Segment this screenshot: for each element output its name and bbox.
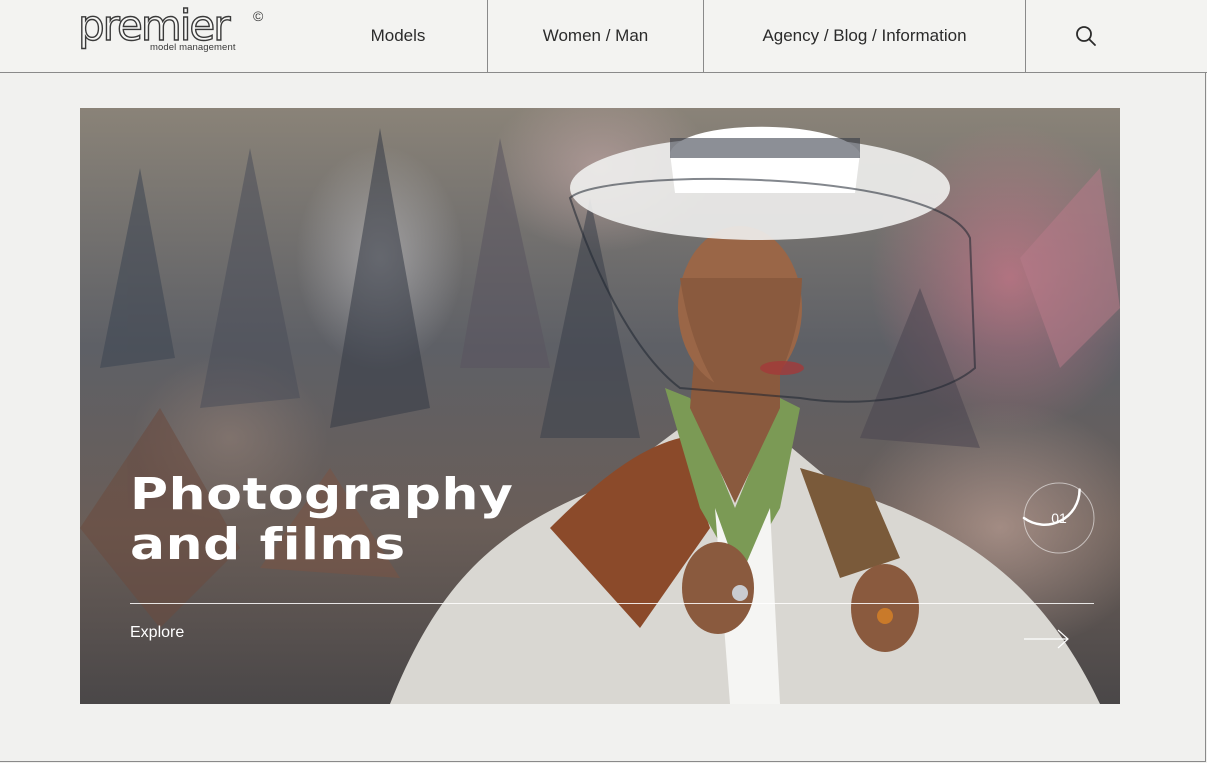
hero-title: Photography and films (130, 470, 513, 570)
slide-counter[interactable]: 01 (1022, 481, 1096, 555)
slide-number: 01 (1051, 510, 1067, 526)
nav-models[interactable]: Models (308, 0, 488, 72)
next-slide-button[interactable] (1022, 628, 1072, 655)
arrow-right-icon (1024, 629, 1069, 649)
site-header: premier © model management Models Women … (0, 0, 1207, 73)
search-button[interactable] (1026, 0, 1146, 72)
hero-title-line2: and films (130, 519, 406, 570)
nav-women-man[interactable]: Women / Man (488, 0, 703, 72)
logo-tagline: model management (150, 42, 236, 53)
hero-divider (130, 603, 1094, 604)
copyright-mark: © (253, 8, 264, 24)
search-icon (1076, 26, 1096, 46)
logo[interactable]: premier © model management (77, 0, 273, 57)
explore-link[interactable]: Explore (130, 624, 184, 642)
hero-slide[interactable]: Photography and films 01 Explore (80, 108, 1120, 704)
hero-image (80, 126, 1120, 704)
hero-title-line1: Photography (130, 469, 514, 520)
nav-agency-blog-information[interactable]: Agency / Blog / Information (704, 0, 1025, 72)
